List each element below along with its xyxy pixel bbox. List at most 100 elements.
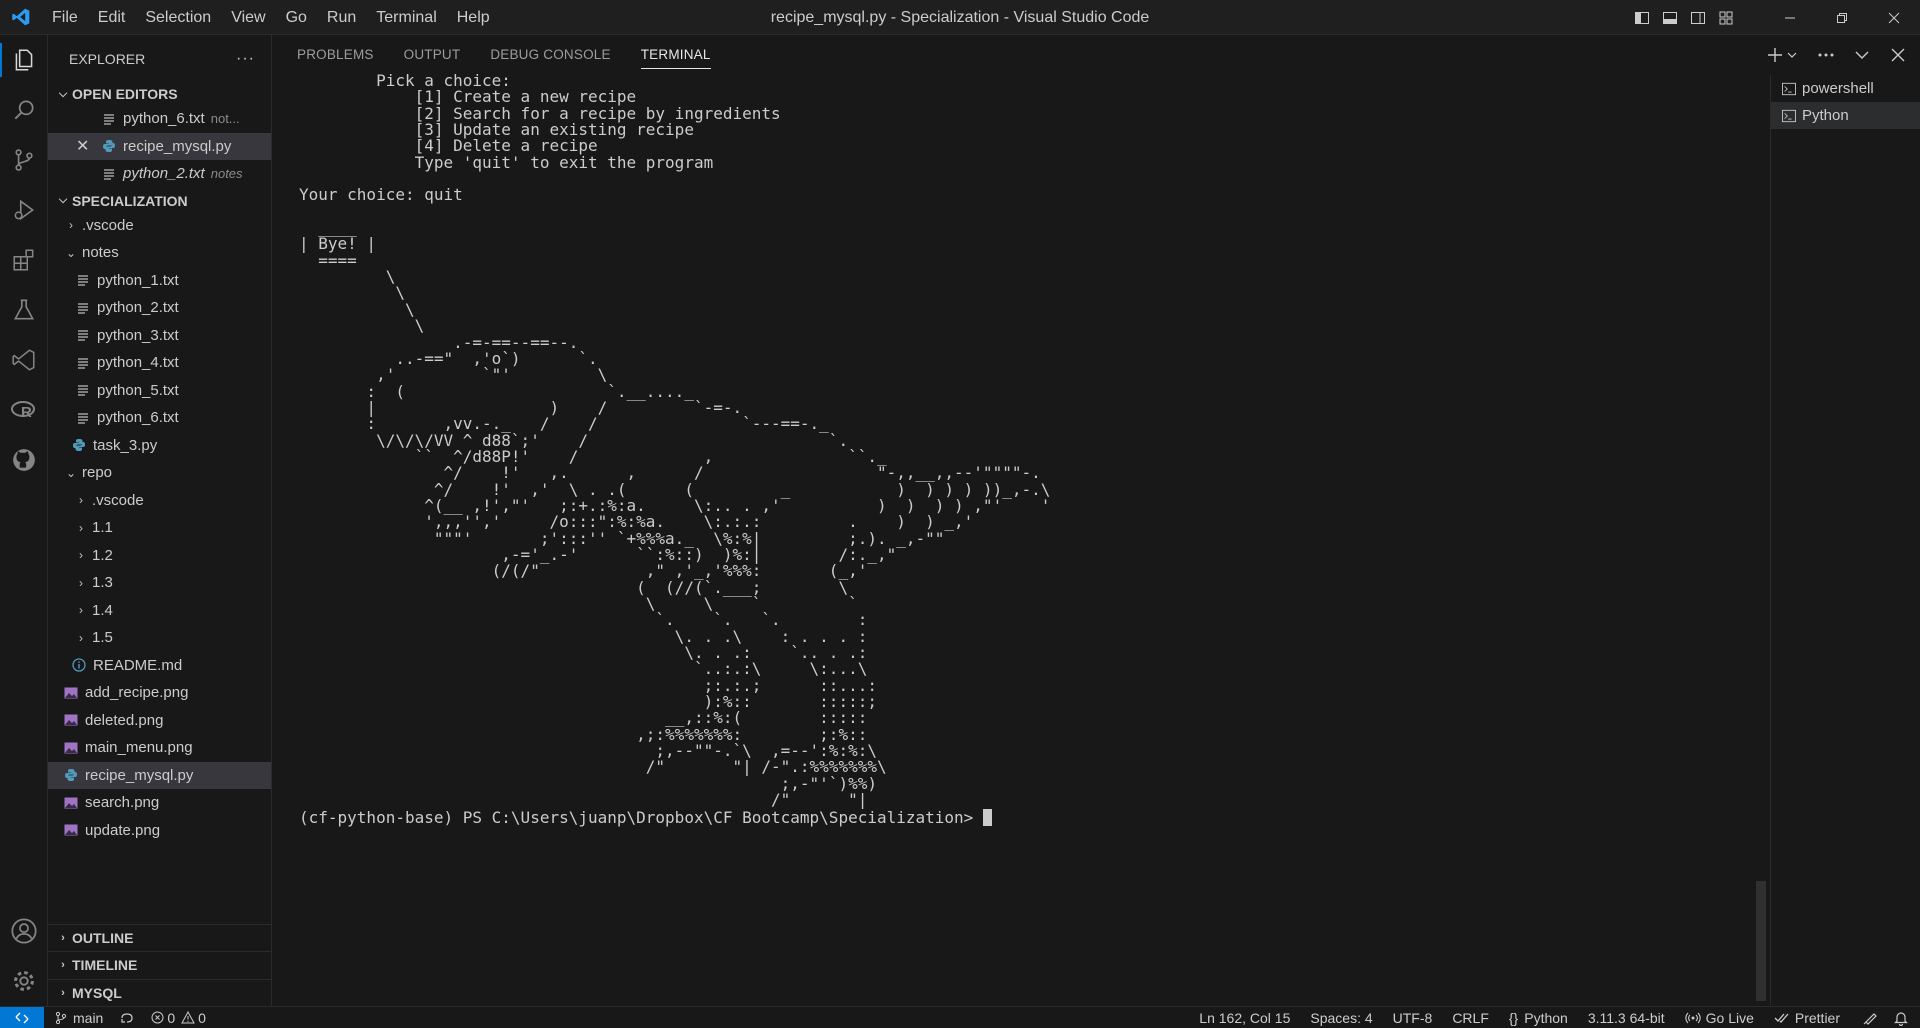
problems-indicator[interactable]: 0 0 [143,1007,214,1028]
tab-problems[interactable]: PROBLEMS [297,35,374,75]
folder-item[interactable]: › 1.5 [48,624,271,652]
file-item[interactable]: update.png [48,817,271,845]
notifications-bell-icon[interactable] [1890,1007,1920,1028]
open-editor-item[interactable]: python_6.txt not... [48,105,271,133]
terminal-tab-powershell[interactable]: powershell [1771,75,1920,102]
more-actions-icon[interactable]: ··· [236,50,255,68]
open-editors-section[interactable]: ⌵ OPEN EDITORS [48,83,271,105]
chevron-down-icon[interactable] [1852,45,1872,65]
menu-run[interactable]: Run [317,0,366,35]
file-item[interactable]: add_recipe.png [48,679,271,707]
feedback-icon[interactable] [1850,1007,1890,1028]
mysql-section[interactable]: › MYSQL [48,978,272,1007]
end-of-line[interactable]: CRLF [1442,1007,1499,1028]
open-editor-item[interactable]: ✕ recipe_mysql.py [48,132,271,160]
workspace-section[interactable]: ⌵ SPECIALIZATION [48,190,271,212]
file-item[interactable]: recipe_mysql.py [48,761,271,789]
customize-layout-icon[interactable] [1712,0,1740,35]
language-mode[interactable]: {} Python [1499,1007,1578,1028]
file-item[interactable]: python_6.txt [48,404,271,432]
file-item[interactable]: python_5.txt [48,377,271,405]
folder-item[interactable]: › .vscode [48,487,271,515]
file-item[interactable]: python_2.txt [48,294,271,322]
close-panel-icon[interactable] [1888,45,1908,65]
file-item[interactable]: python_4.txt [48,349,271,377]
text-file-icon [76,328,90,342]
run-debug-icon[interactable] [0,185,48,235]
python-interpreter[interactable]: 3.11.3 64-bit [1578,1007,1675,1028]
file-item[interactable]: python_3.txt [48,322,271,350]
prettier-button[interactable]: Prettier [1764,1007,1850,1028]
accounts-icon[interactable] [0,906,48,956]
toggle-secondary-sidebar-icon[interactable] [1684,0,1712,35]
tab-debug-console[interactable]: DEBUG CONSOLE [490,35,610,75]
branch-indicator[interactable]: main [44,1007,111,1028]
restore-icon[interactable] [1816,0,1868,35]
remote-indicator-icon[interactable] [0,1006,44,1028]
file-item[interactable]: python_1.txt [48,267,271,295]
r-icon[interactable]: R [0,385,48,435]
menu-go[interactable]: Go [276,0,317,35]
testing-icon[interactable] [0,285,48,335]
encoding[interactable]: UTF-8 [1383,1007,1443,1028]
menu-view[interactable]: View [221,0,275,35]
folder-item[interactable]: › .vscode [48,212,271,240]
chevron-down-icon: ⌵ [58,87,68,100]
file-item[interactable]: task_3.py [48,432,271,460]
chevron-down-icon: ⌵ [58,194,68,206]
close-window-icon[interactable] [1868,0,1920,35]
folder-item[interactable]: › 1.3 [48,569,271,597]
file-item[interactable]: search.png [48,789,271,817]
terminal-scrollbar[interactable] [1756,85,1766,1005]
scrollbar-thumb[interactable] [1756,881,1766,1001]
folder-item[interactable]: ⌄ repo [48,459,271,487]
go-live-button[interactable]: Go Live [1675,1007,1764,1028]
chevron-right-icon: › [79,630,83,645]
file-item[interactable]: deleted.png [48,707,271,735]
folder-item[interactable]: ⌄ notes [48,239,271,267]
menu-help[interactable]: Help [447,0,500,35]
outline-section[interactable]: › OUTLINE [48,923,272,952]
toggle-panel-icon[interactable] [1656,0,1684,35]
terminal-area[interactable]: Pick a choice: [1] Create a new recipe [… [299,73,1699,1001]
chevron-right-icon: › [79,548,83,563]
visual-studio-icon[interactable] [0,335,48,385]
tab-output[interactable]: OUTPUT [404,35,461,75]
extensions-icon[interactable] [0,235,48,285]
source-control-icon[interactable] [0,135,48,185]
new-terminal-icon[interactable] [1766,45,1800,65]
indentation[interactable]: Spaces: 4 [1300,1007,1382,1028]
folder-item[interactable]: › 1.2 [48,542,271,570]
settings-gear-icon[interactable] [0,956,48,1006]
files-icon[interactable] [0,35,48,85]
menu-edit[interactable]: Edit [88,0,136,35]
image-file-icon [64,713,78,727]
more-actions-icon[interactable] [1816,45,1836,65]
text-file-icon [76,301,90,315]
toggle-primary-sidebar-icon[interactable] [1628,0,1656,35]
menu-selection[interactable]: Selection [135,0,221,35]
sync-icon[interactable] [111,1007,143,1028]
error-icon [151,1011,164,1024]
menu-file[interactable]: File [42,0,88,35]
panel: PROBLEMS OUTPUT DEBUG CONSOLE TERMINAL P… [273,35,1920,1006]
folder-item[interactable]: › 1.1 [48,514,271,542]
menu-terminal[interactable]: Terminal [366,0,446,35]
cursor-position[interactable]: Ln 162, Col 15 [1189,1007,1300,1028]
open-editor-item[interactable]: python_2.txt notes [48,160,271,188]
panel-tabs: PROBLEMS OUTPUT DEBUG CONSOLE TERMINAL [273,35,741,75]
activity-bar: R [0,35,48,1006]
minimize-icon[interactable] [1764,0,1816,35]
text-file-icon [76,411,90,425]
terminal-tab-python[interactable]: Python [1771,102,1920,129]
folder-item[interactable]: › 1.4 [48,597,271,625]
close-icon[interactable]: ✕ [76,136,89,156]
timeline-section[interactable]: › TIMELINE [48,951,272,979]
file-item[interactable]: main_menu.png [48,734,271,762]
file-item[interactable]: README.md [48,652,271,680]
search-icon[interactable] [0,85,48,135]
github-icon[interactable] [0,435,48,485]
tab-terminal[interactable]: TERMINAL [640,35,711,75]
terminal-prompt-line[interactable]: (cf-python-base) PS C:\Users\juanp\Dropb… [299,809,1699,827]
title-bar: File Edit Selection View Go Run Terminal… [0,0,1920,35]
